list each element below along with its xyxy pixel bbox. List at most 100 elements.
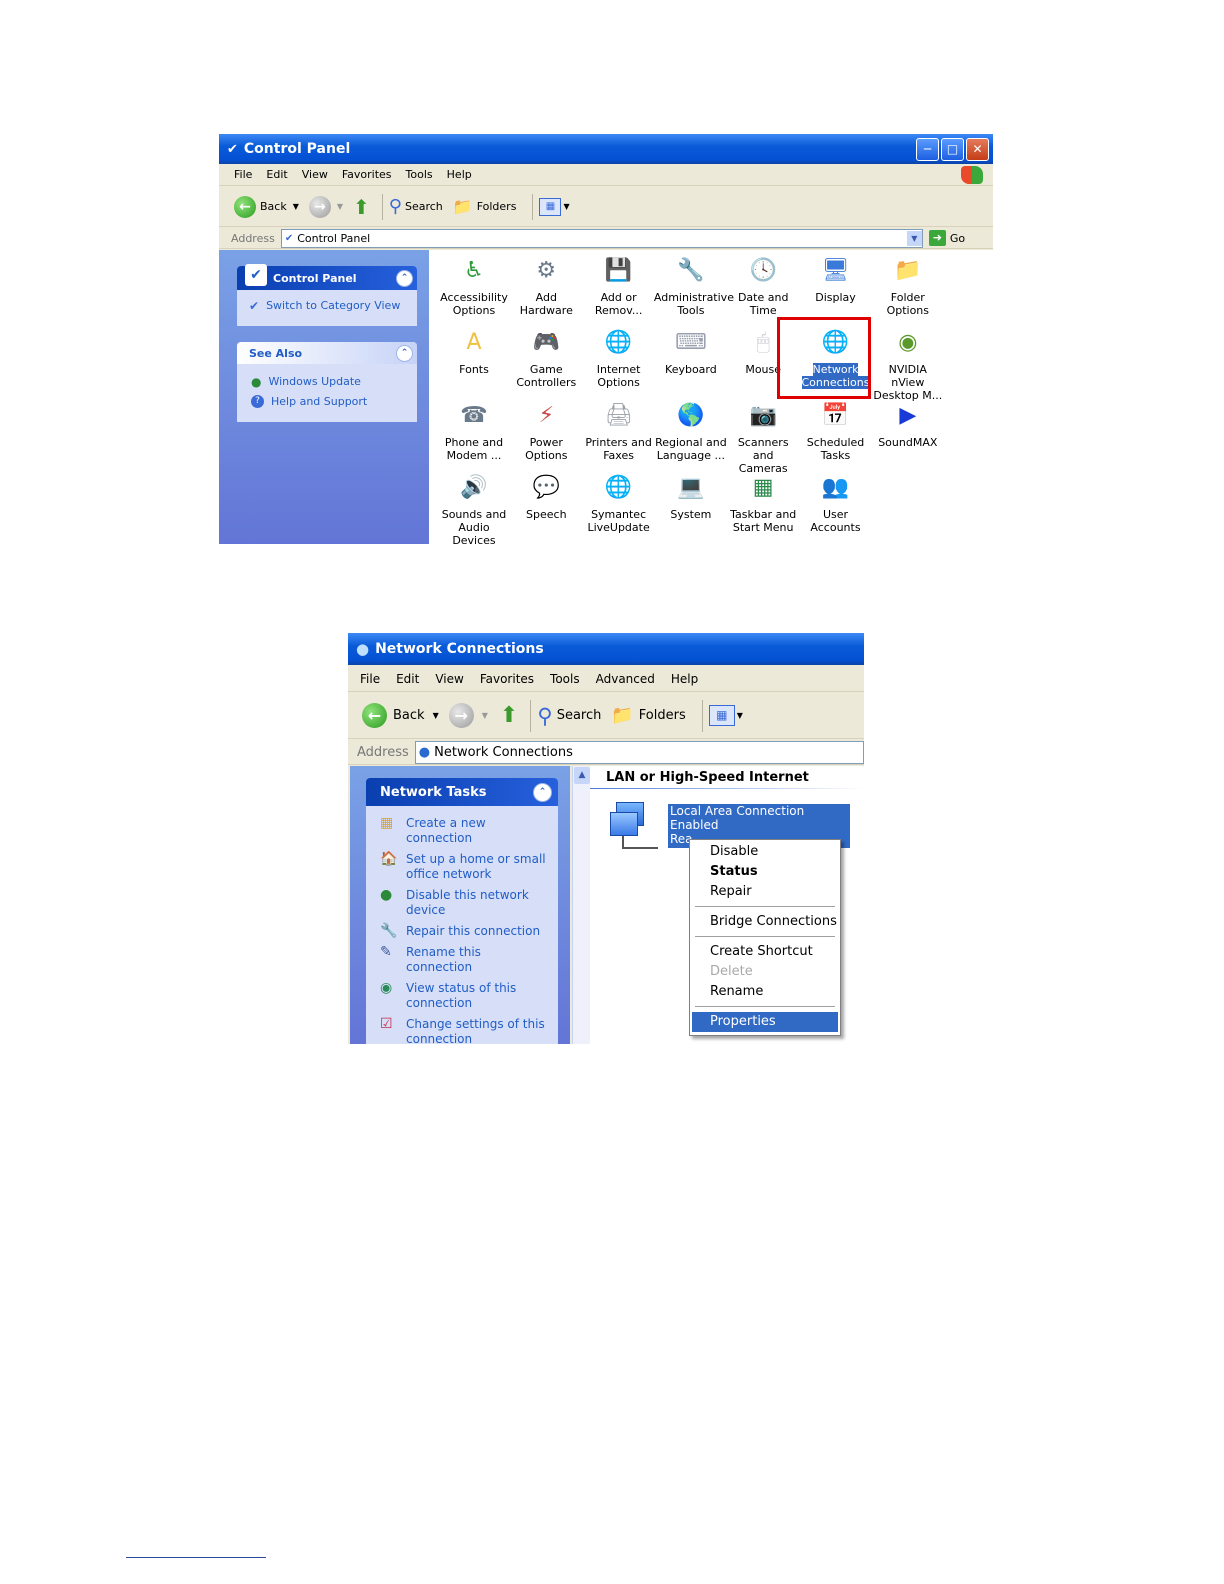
network-task-link[interactable]: 🏠 Set up a home or small office network — [366, 850, 558, 886]
menu-item[interactable]: Favorites — [342, 168, 392, 181]
control-panel-item[interactable]: 📁 Folder Options — [871, 256, 945, 317]
context-menu-item[interactable]: Repair — [692, 882, 838, 902]
title-bar[interactable]: ● Network Connections — [348, 633, 864, 665]
see-also-header[interactable]: See Also ⌃ — [237, 342, 417, 364]
context-menu-item[interactable]: Status — [692, 862, 838, 882]
title-bar[interactable]: ✔ Control Panel ─ □ ✕ — [219, 134, 993, 164]
control-panel-item[interactable]: ⚙ Add Hardware — [509, 256, 583, 317]
control-panel-item[interactable]: 🖨 Printers and Faxes — [582, 401, 656, 462]
control-panel-header[interactable]: ✔ Control Panel ⌃ — [237, 264, 417, 290]
control-panel-item[interactable]: 🌎 Regional and Language ... — [654, 401, 728, 462]
forward-dropdown-icon[interactable]: ▼ — [337, 202, 343, 211]
network-task-link[interactable]: ▦ Create a new connection — [366, 814, 558, 850]
control-panel-item[interactable]: 💬 Speech — [509, 473, 583, 521]
control-panel-item[interactable]: 🎮 Game Controllers — [509, 328, 583, 389]
control-panel-item[interactable]: ⚡ Power Options — [509, 401, 583, 462]
network-small-icon: ● — [418, 744, 431, 760]
menu-item[interactable]: File — [234, 168, 252, 181]
control-panel-item[interactable]: A Fonts — [437, 328, 511, 376]
network-task-link[interactable]: ✎ Rename this connection — [366, 943, 558, 979]
go-button[interactable]: ➜ Go — [928, 230, 965, 246]
go-arrow-icon: ➜ — [928, 230, 946, 246]
menu-item[interactable]: View — [302, 168, 328, 181]
control-panel-item[interactable]: ☎ Phone and Modem ... — [437, 401, 511, 462]
item-label-line1: Accessibility — [440, 291, 508, 304]
maximize-icon[interactable]: □ — [941, 138, 964, 161]
menu-item[interactable]: Advanced — [596, 672, 655, 686]
back-button[interactable]: ← Back ▼ — [362, 703, 439, 728]
up-folder-icon[interactable]: ⬆ — [500, 703, 518, 728]
network-task-link[interactable]: ☑ Change settings of this connection — [366, 1015, 558, 1045]
menu-item[interactable]: Edit — [396, 672, 419, 686]
item-label: Fonts — [459, 363, 489, 376]
dropdown-arrow-icon[interactable]: ▼ — [293, 202, 299, 211]
switch-category-view-link[interactable]: ✔ Switch to Category View — [237, 290, 417, 313]
address-bar: Address ✔ Control Panel ▼ ➜ Go — [219, 228, 993, 249]
dropdown-arrow-icon[interactable]: ▼ — [433, 711, 439, 720]
control-panel-item[interactable]: 🌐 Symantec LiveUpdate — [582, 473, 656, 534]
menu-item[interactable]: Help — [447, 168, 472, 181]
item-label-line2: Modem ... — [446, 448, 502, 462]
folders-icon: 📁 — [611, 705, 634, 726]
control-panel-item[interactable]: 🌐 Internet Options — [582, 328, 656, 389]
item-label: Folder Options — [887, 291, 929, 317]
collapse-icon[interactable]: ⌃ — [533, 782, 552, 802]
menu-item[interactable]: Edit — [266, 168, 287, 181]
up-folder-icon[interactable]: ⬆ — [353, 195, 370, 219]
forward-dropdown-icon[interactable]: ▼ — [482, 711, 488, 720]
back-button[interactable]: ← Back ▼ — [234, 195, 299, 218]
control-panel-item[interactable]: ◉ NVIDIA nView Desktop M... — [871, 328, 945, 402]
item-label: Regional and Language ... — [655, 436, 727, 462]
views-button[interactable]: ▦ ▼ — [539, 197, 570, 216]
menu-separator — [695, 936, 835, 937]
menu-item[interactable]: View — [435, 672, 463, 686]
folders-button[interactable]: 📁 Folders — [453, 197, 517, 216]
context-menu-item[interactable]: Properties — [692, 1012, 838, 1032]
menu-item[interactable]: Help — [671, 672, 698, 686]
search-button[interactable]: ⚲ Search — [389, 196, 443, 217]
control-panel-item[interactable]: ♿ Accessibility Options — [437, 256, 511, 317]
control-panel-item[interactable]: 💻 System — [654, 473, 728, 521]
network-task-link[interactable]: ● Disable this network device — [366, 886, 558, 922]
scroll-up-icon[interactable]: ▲ — [574, 767, 590, 784]
network-task-link[interactable]: ◉ View status of this connection — [366, 979, 558, 1015]
control-panel-item[interactable]: 🔧 Administrative Tools — [654, 256, 734, 317]
menu-item[interactable]: Favorites — [480, 672, 534, 686]
network-tasks-header[interactable]: Network Tasks ⌃ — [366, 778, 558, 806]
context-menu-item[interactable]: Rename — [692, 982, 838, 1002]
menu-item[interactable]: File — [360, 672, 380, 686]
minimize-icon[interactable]: ─ — [916, 138, 939, 161]
address-input[interactable]: ✔ Control Panel ▼ — [280, 228, 923, 248]
address-input[interactable]: ● Network Connections — [414, 740, 864, 764]
see-also-box: See Also ⌃ ● Windows Update ? Help and S… — [237, 342, 417, 422]
close-icon[interactable]: ✕ — [966, 138, 989, 161]
views-button[interactable]: ▦ ▼ — [708, 705, 743, 726]
control-panel-item[interactable]: 🕓 Date and Time — [726, 256, 800, 317]
search-button[interactable]: ⚲ Search — [537, 704, 601, 728]
control-panel-item[interactable]: ⌨ Keyboard — [654, 328, 728, 376]
control-panel-item[interactable]: ▶ SoundMAX — [871, 401, 945, 449]
forward-arrow-icon[interactable]: → — [448, 703, 474, 728]
collapse-icon[interactable]: ⌃ — [396, 269, 413, 287]
context-menu-item[interactable]: Create Shortcut — [692, 942, 838, 962]
folders-button[interactable]: 📁 Folders — [611, 705, 685, 726]
help-and-support-link[interactable]: ? Help and Support — [237, 389, 417, 408]
menu-item[interactable]: Tools — [550, 672, 580, 686]
collapse-icon[interactable]: ⌃ — [396, 344, 413, 362]
control-panel-item[interactable]: 💾 Add or Remov... — [582, 256, 656, 317]
context-menu-item[interactable]: Bridge Connections — [692, 912, 838, 932]
control-panel-item[interactable]: 🔊 Sounds and Audio Devices — [437, 473, 511, 544]
control-panel-item[interactable]: 📅 Scheduled Tasks — [799, 401, 873, 462]
forward-arrow-icon[interactable]: → — [308, 195, 331, 218]
address-dropdown-icon[interactable]: ▼ — [906, 230, 922, 246]
network-task-link[interactable]: 🔧 Repair this connection — [366, 922, 558, 943]
control-panel-item[interactable]: 🖥 Display — [799, 256, 873, 304]
item-label-line1: User Accounts — [810, 507, 861, 534]
windows-update-link[interactable]: ● Windows Update — [237, 364, 417, 389]
scrollbar[interactable]: ▲ — [572, 766, 591, 1044]
control-panel-item[interactable]: ▦ Taskbar and Start Menu — [726, 473, 800, 534]
control-panel-item[interactable]: 📷 Scanners and Cameras — [726, 401, 800, 475]
menu-item[interactable]: Tools — [406, 168, 433, 181]
control-panel-item[interactable]: 👥 User Accounts — [799, 473, 873, 534]
context-menu-item[interactable]: Disable — [692, 842, 838, 862]
